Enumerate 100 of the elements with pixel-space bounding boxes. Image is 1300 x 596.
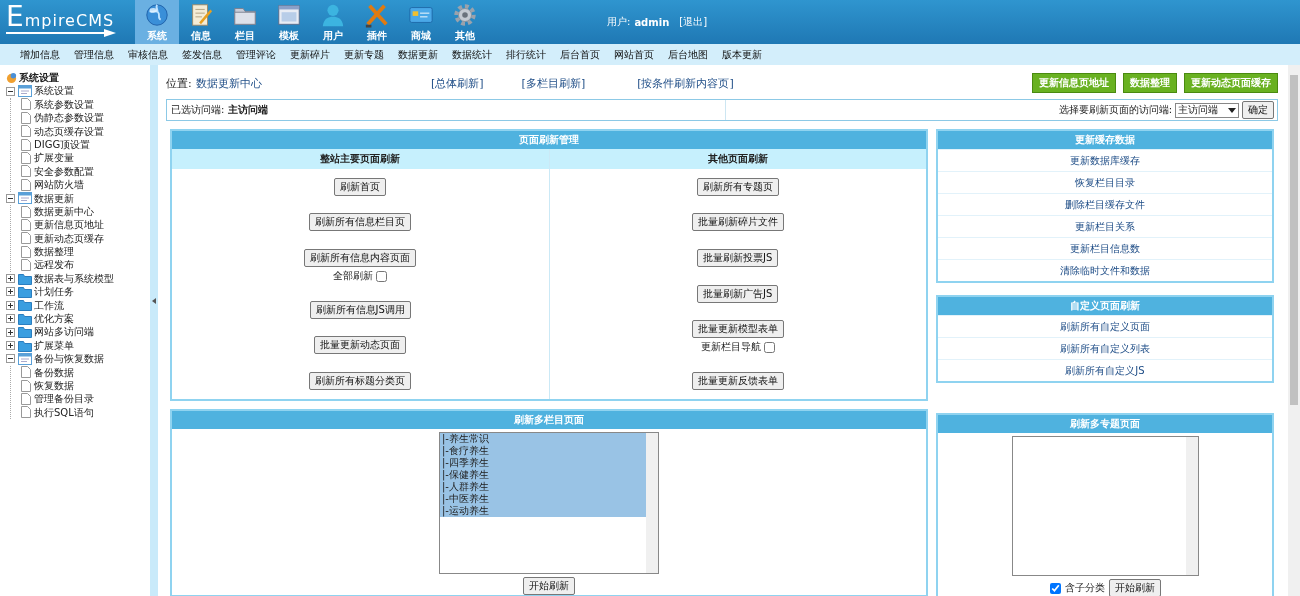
menu-item[interactable]: 更新碎片 bbox=[290, 47, 330, 62]
menu-item[interactable]: 数据统计 bbox=[452, 47, 492, 62]
tree-item[interactable]: 恢复数据 bbox=[34, 379, 74, 393]
panel-link[interactable]: 清除临时文件和数据 bbox=[1060, 265, 1150, 276]
expand-icon[interactable] bbox=[6, 341, 15, 350]
start-button[interactable]: 开始刷新 bbox=[523, 577, 575, 595]
expand-icon[interactable] bbox=[6, 300, 15, 310]
refresh-button[interactable]: 批量刷新广告JS bbox=[697, 284, 779, 303]
nav-tab[interactable]: 信息 bbox=[179, 0, 223, 44]
refresh-button[interactable]: 批量更新动态页面 bbox=[314, 336, 407, 355]
list-option[interactable]: |-运动养生 bbox=[440, 505, 646, 517]
collapse-icon[interactable] bbox=[6, 86, 15, 96]
confirm-button[interactable]: 确定 bbox=[1242, 101, 1274, 119]
tree-item[interactable]: 数据更新中心 bbox=[34, 204, 94, 219]
menu-item[interactable]: 网站首页 bbox=[614, 47, 654, 62]
refresh-button[interactable]: 批量刷新投票JS bbox=[697, 249, 779, 268]
menu-item[interactable]: 数据更新 bbox=[398, 47, 438, 62]
menu-item[interactable]: 管理评论 bbox=[236, 47, 276, 62]
menu-item[interactable]: 更新专题 bbox=[344, 47, 384, 62]
access-select[interactable]: 主访问端 bbox=[1175, 102, 1239, 118]
location-link[interactable]: 数据更新中心 bbox=[195, 75, 262, 91]
menu-item[interactable]: 后台地图 bbox=[668, 47, 708, 62]
tree-item[interactable]: 系统参数设置 bbox=[34, 97, 94, 112]
menu-item[interactable]: 排行统计 bbox=[506, 47, 546, 62]
tree-item[interactable]: 远程发布 bbox=[34, 258, 74, 272]
refresh-button[interactable]: 刷新所有专题页 bbox=[696, 177, 779, 196]
refresh-button[interactable]: 批量刷新碎片文件 bbox=[691, 213, 784, 232]
panel-link[interactable]: 更新栏目信息数 bbox=[1070, 243, 1140, 254]
panel-link[interactable]: 刷新所有自定义页面 bbox=[1060, 321, 1150, 332]
menu-item[interactable]: 管理信息 bbox=[74, 47, 114, 62]
tree-item[interactable]: 动态页缓存设置 bbox=[34, 124, 104, 138]
panel-link[interactable]: 刷新所有自定义列表 bbox=[1060, 343, 1150, 354]
tree-item[interactable]: 数据整理 bbox=[34, 245, 74, 259]
tree-group[interactable]: 优化方案 bbox=[34, 312, 74, 326]
collapse-icon[interactable] bbox=[6, 193, 15, 203]
tree-item[interactable]: 安全参数配置 bbox=[34, 164, 94, 179]
list-box[interactable]: |-养生常识 |-食疗养生 |-四季养生 |-保健养生 |-人群养生 |-中医养生 |-运动养生 bbox=[439, 432, 659, 574]
menu-item[interactable]: 后台首页 bbox=[560, 47, 600, 62]
checkbox[interactable] bbox=[763, 341, 775, 353]
expand-icon[interactable] bbox=[6, 274, 15, 284]
tree-item[interactable]: DIGG顶设置 bbox=[34, 137, 91, 152]
refresh-link[interactable]: [多栏目刷新] bbox=[521, 75, 586, 91]
scrollbar-track[interactable] bbox=[646, 433, 658, 573]
refresh-button[interactable]: 刷新所有信息JS调用 bbox=[309, 300, 411, 319]
checkbox[interactable] bbox=[1049, 582, 1061, 594]
nav-tab[interactable]: 插件 bbox=[355, 0, 399, 44]
refresh-button[interactable]: 批量更新反馈表单 bbox=[691, 372, 784, 391]
menu-item[interactable]: 版本更新 bbox=[722, 47, 762, 62]
nav-tab[interactable]: 其他 bbox=[443, 0, 487, 44]
panel-link[interactable]: 刷新所有自定义JS bbox=[1065, 365, 1145, 376]
scrollbar-thumb[interactable] bbox=[1290, 75, 1298, 405]
tree-item[interactable]: 执行SQL语句 bbox=[34, 405, 94, 420]
expand-icon[interactable] bbox=[6, 314, 15, 324]
list-option[interactable]: |-四季养生 bbox=[440, 457, 646, 469]
nav-tab[interactable]: 栏目 bbox=[223, 0, 267, 44]
tree-item[interactable]: 管理备份目录 bbox=[34, 392, 94, 406]
refresh-button[interactable]: 刷新首页 bbox=[334, 177, 387, 196]
tree-group[interactable]: 数据更新 bbox=[34, 191, 74, 205]
tree-item[interactable]: 网站防火墙 bbox=[34, 178, 84, 192]
panel-link[interactable]: 更新栏目关系 bbox=[1075, 221, 1135, 232]
tree-group[interactable]: 系统设置 bbox=[34, 84, 74, 98]
nav-tab[interactable]: 商城 bbox=[399, 0, 443, 44]
collapse-icon[interactable] bbox=[6, 354, 15, 364]
list-option[interactable]: |-保健养生 bbox=[440, 469, 646, 481]
tree-group[interactable]: 扩展菜单 bbox=[34, 338, 74, 353]
list-box[interactable] bbox=[1011, 436, 1199, 576]
refresh-button[interactable]: 刷新所有信息栏目页 bbox=[309, 213, 412, 232]
tree-item[interactable]: 更新动态页缓存 bbox=[34, 231, 104, 246]
tree-group[interactable]: 数据表与系统模型 bbox=[34, 271, 114, 286]
panel-link[interactable]: 恢复栏目目录 bbox=[1075, 177, 1135, 188]
start-button[interactable]: 开始刷新 bbox=[1108, 579, 1161, 596]
tree-group[interactable]: 备份与恢复数据 bbox=[34, 352, 104, 366]
refresh-button[interactable]: 刷新所有信息内容页面 bbox=[304, 249, 417, 268]
refresh-button[interactable]: 刷新所有标题分类页 bbox=[309, 372, 412, 391]
nav-tab[interactable]: 用户 bbox=[311, 0, 355, 44]
menu-item[interactable]: 审核信息 bbox=[128, 47, 168, 62]
list-option[interactable]: |-食疗养生 bbox=[440, 445, 646, 457]
tree-group[interactable]: 工作流 bbox=[34, 298, 64, 313]
checkbox[interactable] bbox=[376, 270, 388, 282]
expand-icon[interactable] bbox=[6, 327, 15, 337]
panel-link[interactable]: 更新数据库缓存 bbox=[1070, 155, 1140, 166]
refresh-button[interactable]: 批量更新模型表单 bbox=[691, 320, 784, 339]
menu-item[interactable]: 增加信息 bbox=[20, 47, 60, 62]
logout-link[interactable]: [退出] bbox=[679, 15, 708, 29]
refresh-link[interactable]: [总体刷新] bbox=[431, 75, 484, 91]
tree-item[interactable]: 备份数据 bbox=[34, 365, 74, 379]
expand-icon[interactable] bbox=[6, 287, 15, 297]
tree-item[interactable]: 伪静态参数设置 bbox=[34, 111, 104, 125]
scrollbar[interactable] bbox=[1288, 65, 1300, 596]
nav-tab[interactable]: 模板 bbox=[267, 0, 311, 44]
tree-item[interactable]: 更新信息页地址 bbox=[34, 218, 104, 232]
list-option[interactable]: |-养生常识 bbox=[440, 433, 646, 445]
tree-group[interactable]: 计划任务 bbox=[34, 285, 74, 299]
panel-link[interactable]: 删除栏目缓存文件 bbox=[1065, 199, 1145, 210]
refresh-link[interactable]: [按条件刷新内容页] bbox=[637, 75, 734, 91]
list-option[interactable]: |-中医养生 bbox=[440, 493, 646, 505]
list-option[interactable]: |-人群养生 bbox=[440, 481, 646, 493]
tree-item[interactable]: 扩展变量 bbox=[34, 151, 74, 165]
menu-item[interactable]: 签发信息 bbox=[182, 47, 222, 62]
scrollbar-track[interactable] bbox=[1185, 437, 1198, 575]
